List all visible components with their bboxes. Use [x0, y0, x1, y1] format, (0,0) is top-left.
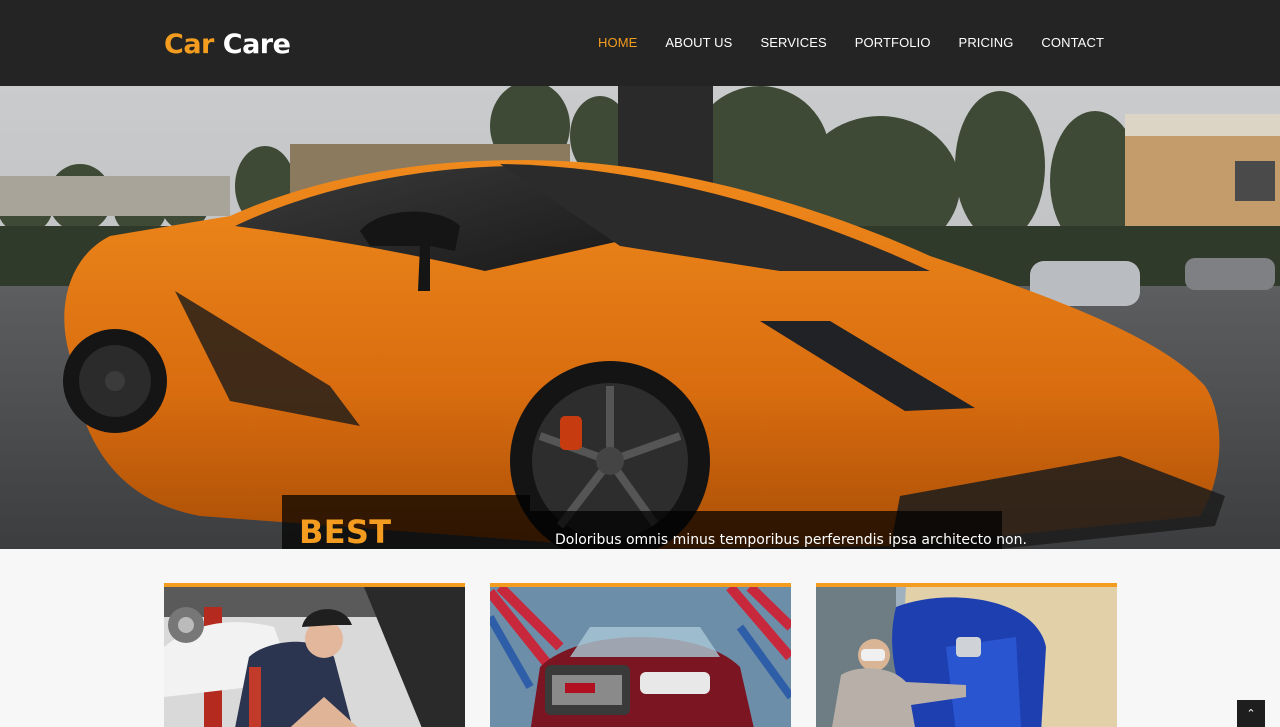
- services-section: [0, 549, 1280, 727]
- nav-services[interactable]: SERVICES: [760, 35, 826, 50]
- nav-portfolio[interactable]: PORTFOLIO: [855, 35, 931, 50]
- main-nav: HOME ABOUT US SERVICES PORTFOLIO PRICING…: [598, 35, 1104, 50]
- brand-logo[interactable]: Car Care: [164, 29, 291, 60]
- car-painting-photo-icon: [816, 587, 1117, 727]
- nav-contact[interactable]: CONTACT: [1041, 35, 1104, 50]
- service-card-mechanic[interactable]: [164, 583, 465, 727]
- hero-car-image: [0, 86, 1280, 549]
- back-to-top-button[interactable]: ⌃: [1237, 700, 1265, 727]
- hero-text-box: Doloribus omnis minus temporibus perfere…: [530, 511, 1027, 549]
- nav-pricing[interactable]: PRICING: [959, 35, 1014, 50]
- hero-title: BEST SERVICE: [299, 513, 392, 549]
- hero-banner: BEST SERVICE Doloribus omnis minus tempo…: [0, 86, 1280, 549]
- mechanic-photo-icon: [164, 587, 465, 727]
- nav-home[interactable]: HOME: [598, 35, 637, 50]
- hero-text: Doloribus omnis minus temporibus perfere…: [555, 532, 1027, 548]
- site-header: Car Care HOME ABOUT US SERVICES PORTFOLI…: [0, 0, 1280, 86]
- nav-about-us[interactable]: ABOUT US: [665, 35, 732, 50]
- hero-title-box: BEST SERVICE: [282, 495, 530, 549]
- brand-logo-part1: Car: [164, 29, 214, 60]
- service-card-painting[interactable]: [816, 583, 1117, 727]
- car-wash-photo-icon: [490, 587, 791, 727]
- service-card-car-wash[interactable]: [490, 583, 791, 727]
- chevron-up-icon: ⌃: [1246, 707, 1256, 720]
- brand-logo-part2: Care: [222, 29, 291, 60]
